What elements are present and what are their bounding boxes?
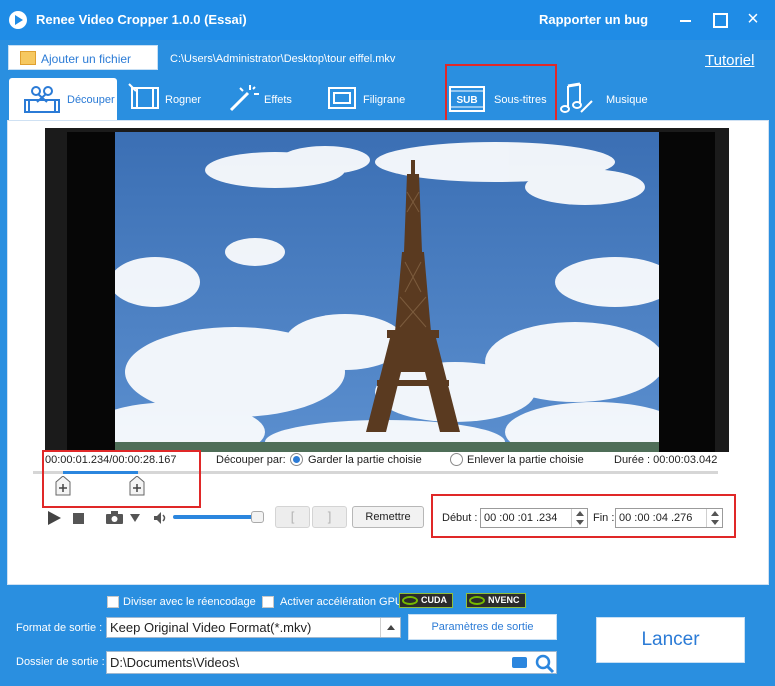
cuda-badge: CUDA bbox=[399, 593, 453, 608]
tab-rogner[interactable]: Rogner bbox=[124, 78, 212, 120]
nvidia-eye-icon bbox=[469, 596, 485, 605]
cut-by-label: Découper par: bbox=[216, 454, 286, 466]
output-folder-value: D:\Documents\Videos\ bbox=[110, 655, 240, 670]
report-bug-link[interactable]: Rapporter un bug bbox=[539, 12, 648, 27]
app-logo-icon bbox=[9, 11, 27, 29]
split-reencode-label: Diviser avec le réencodage bbox=[123, 596, 256, 608]
stop-icon[interactable] bbox=[73, 513, 84, 524]
minimize-icon[interactable] bbox=[674, 8, 696, 30]
tab-musique[interactable]: Musique bbox=[557, 78, 657, 120]
tab-label-musique: Musique bbox=[606, 94, 648, 106]
tab-label-decouper: Découper bbox=[67, 94, 115, 106]
format-label: Format de sortie : bbox=[16, 622, 103, 634]
split-reencode-checkbox[interactable] bbox=[107, 596, 119, 608]
launch-button[interactable]: Lancer bbox=[596, 617, 745, 663]
play-icon[interactable] bbox=[48, 511, 61, 525]
add-file-icon bbox=[20, 51, 36, 65]
nvenc-badge: NVENC bbox=[466, 593, 526, 608]
magic-wand-icon bbox=[229, 85, 259, 112]
camera-icon[interactable] bbox=[105, 511, 124, 525]
highlight-start-end bbox=[431, 494, 736, 538]
app-title: Renee Video Cropper 1.0.0 (Essai) bbox=[36, 12, 247, 27]
add-file-button[interactable]: Ajouter un fichier bbox=[8, 45, 158, 70]
output-folder-field[interactable]: D:\Documents\Videos\ bbox=[106, 651, 557, 674]
crop-film-icon bbox=[128, 83, 159, 109]
volume-slider[interactable] bbox=[173, 515, 258, 519]
close-icon[interactable]: × bbox=[742, 8, 764, 30]
reset-button[interactable]: Remettre bbox=[352, 506, 424, 528]
file-path: C:\Users\Administrator\Desktop\tour eiff… bbox=[170, 53, 396, 65]
set-start-button[interactable]: [ bbox=[275, 506, 310, 528]
search-icon[interactable] bbox=[535, 654, 555, 674]
duration-readout: Durée : 00:00:03.042 bbox=[614, 454, 718, 466]
output-params-button[interactable]: Paramètres de sortie bbox=[408, 614, 557, 640]
volume-slider-knob[interactable] bbox=[251, 511, 264, 523]
add-file-label: Ajouter un fichier bbox=[41, 52, 132, 66]
tutorial-link[interactable]: Tutoriel bbox=[705, 52, 754, 69]
tab-label-rogner: Rogner bbox=[165, 94, 202, 106]
maximize-icon[interactable] bbox=[708, 8, 730, 30]
gpu-accel-checkbox[interactable] bbox=[262, 596, 274, 608]
video-frame bbox=[115, 132, 659, 452]
volume-icon[interactable] bbox=[153, 511, 169, 525]
tab-label-filigrane: Filigrane bbox=[363, 94, 406, 106]
eiffel-tower-frame-image bbox=[115, 132, 659, 452]
video-preview[interactable] bbox=[45, 128, 729, 452]
folder-label: Dossier de sortie : bbox=[16, 656, 105, 668]
highlight-time-selection bbox=[42, 450, 201, 508]
tab-filigrane[interactable]: Filigrane bbox=[322, 78, 412, 120]
remove-part-label: Enlever la partie choisie bbox=[467, 454, 584, 466]
tab-decouper[interactable]: Découper bbox=[9, 78, 117, 120]
keep-part-radio[interactable] bbox=[290, 453, 303, 466]
scissors-film-icon bbox=[24, 86, 60, 113]
title-bar: Renee Video Cropper 1.0.0 (Essai) Rappor… bbox=[0, 0, 775, 40]
chevron-down-icon[interactable] bbox=[130, 514, 140, 522]
watermark-icon bbox=[328, 87, 356, 109]
gpu-accel-label: Activer accélération GPU bbox=[280, 596, 403, 608]
set-end-button[interactable]: ] bbox=[312, 506, 347, 528]
format-select[interactable]: Keep Original Video Format(*.mkv) bbox=[106, 617, 401, 638]
music-note-icon bbox=[560, 82, 593, 113]
format-value: Keep Original Video Format(*.mkv) bbox=[110, 620, 312, 635]
tab-effets[interactable]: Effets bbox=[224, 78, 304, 120]
keep-part-label: Garder la partie choisie bbox=[308, 454, 422, 466]
folder-icon[interactable] bbox=[512, 657, 527, 668]
chevron-up-icon[interactable] bbox=[380, 618, 400, 637]
tab-label-effets: Effets bbox=[264, 94, 292, 106]
nvidia-eye-icon bbox=[402, 596, 418, 605]
remove-part-radio[interactable] bbox=[450, 453, 463, 466]
